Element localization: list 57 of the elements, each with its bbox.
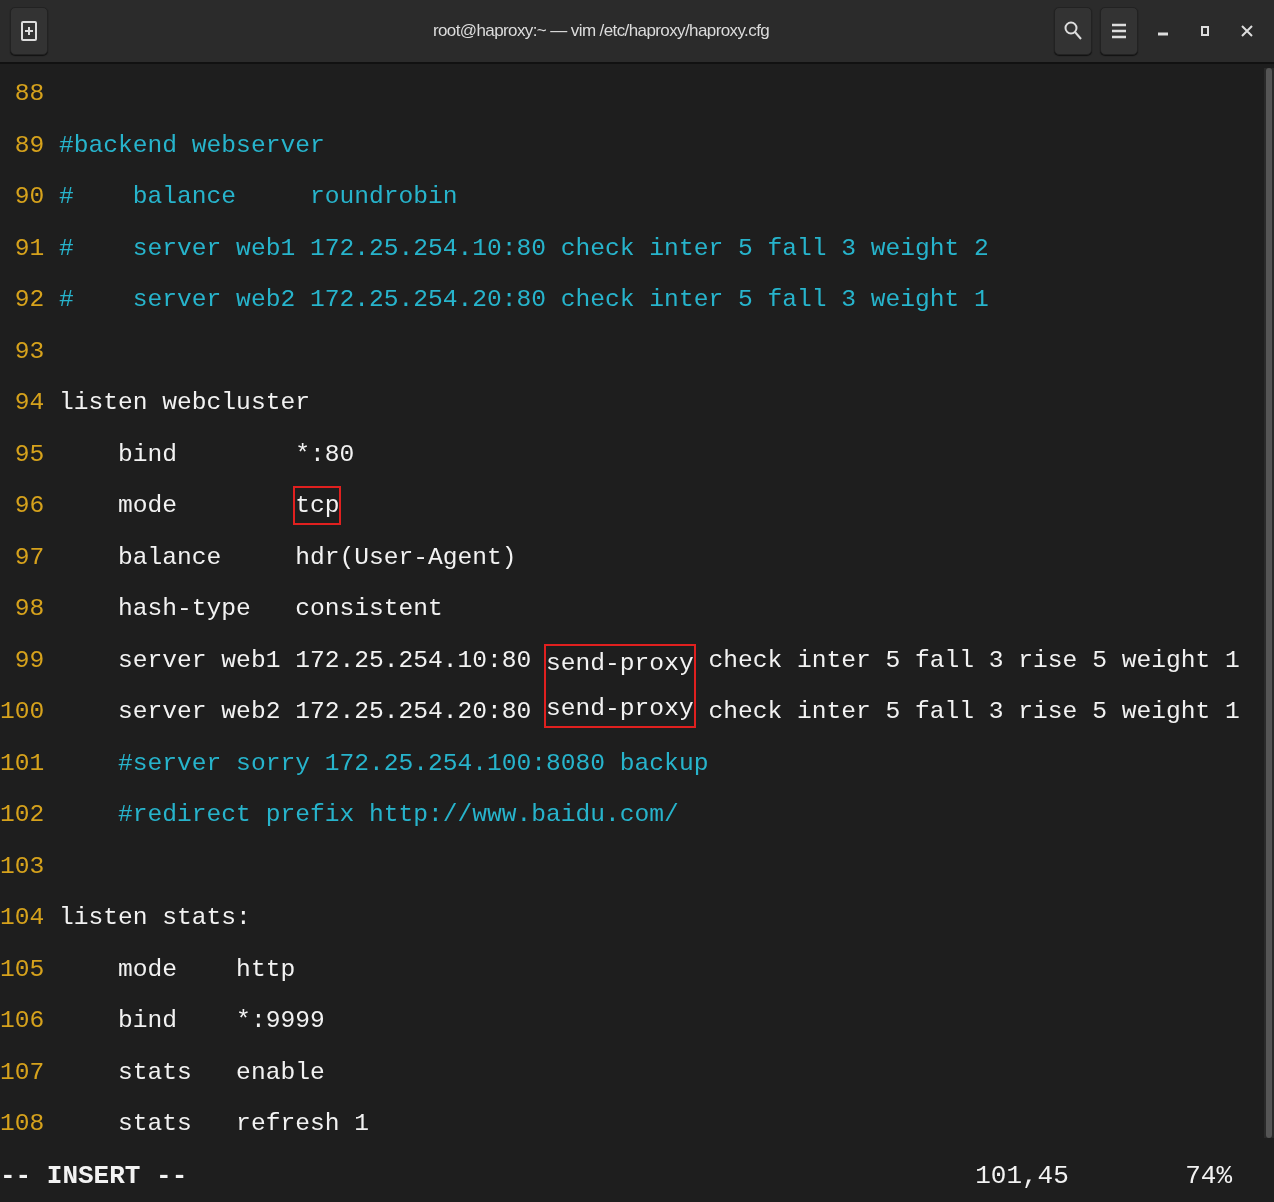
code-text: mode http [117,955,296,983]
line-number: 99 [13,646,45,674]
line-number: 97 [13,543,45,571]
close-icon [1241,25,1253,37]
code-text: bind *:9999 [117,1007,325,1035]
line-number: 101 [0,749,45,777]
line-number: 90 [13,183,45,211]
line-number: 103 [0,852,45,880]
line-number: 100 [0,698,45,726]
maximize-icon [1201,26,1209,36]
highlighted-code: tcp [293,486,342,526]
menu-icon [1112,23,1126,39]
line-number: 104 [0,904,45,932]
code-text: #redirect prefix http://www.baidu.com/ [117,801,679,829]
line-number: 96 [13,492,45,520]
code-text: hash-type consistent [117,595,443,623]
line-number: 93 [13,337,45,365]
code-text: check inter 5 fall 3 rise 5 weight 1 [707,646,1240,674]
highlighted-code: send-proxy [544,685,696,729]
line-number: 105 [0,955,45,983]
line-number: 88 [13,80,45,108]
code-text: #backend webserver [59,131,325,159]
line-number: 98 [13,595,45,623]
code-text: check inter 5 fall 3 rise 5 weight 1 [707,698,1240,726]
code-text: stats refresh 1 [117,1110,369,1138]
code-text: stats enable [117,1058,325,1086]
minimize-icon [1158,32,1168,36]
code-text: # server web1 172.25.254.10:80 check inter 5 fall 3 weight 2 [59,234,989,262]
code-text: mode [117,492,179,520]
code-text: listen stats: [59,904,251,932]
line-number: 91 [13,234,45,262]
line-number: 92 [13,286,45,314]
new-tab-button[interactable] [10,7,48,55]
cursor-position: 101,45 [975,1160,1070,1191]
new-tab-icon [21,21,37,41]
code-text: listen webcluster [59,389,310,417]
line-number: 89 [13,131,45,159]
highlighted-code: send-proxy [544,643,696,687]
line-number: 107 [0,1058,45,1086]
code-text: server web2 172.25.254.20:80 [117,698,533,726]
code-text: #server sorry 172.25.254.100:8080 backup [117,749,709,777]
code-text: bind *:80 [117,440,355,468]
code-text: balance hdr(User-Agent) [117,543,517,571]
window-title: root@haproxy:~ — vim /etc/haproxy/haproxy.cfg [431,21,771,41]
line-number: 106 [0,1007,45,1035]
code-text: # server web2 172.25.254.20:80 check inter 5 fall 3 weight 1 [59,286,989,314]
scroll-percent: 74% [1185,1160,1232,1191]
line-number: 108 [0,1110,45,1138]
mode-indicator: -- INSERT -- [0,1160,188,1191]
line-number: 94 [13,389,45,417]
search-icon [1064,21,1082,40]
search-button[interactable] [1054,7,1092,55]
menu-button[interactable] [1100,7,1138,55]
code-text: # balance roundrobin [59,183,458,211]
line-number: 95 [13,440,45,468]
code-text: server web1 172.25.254.10:80 [117,646,533,674]
line-number: 102 [0,801,45,829]
